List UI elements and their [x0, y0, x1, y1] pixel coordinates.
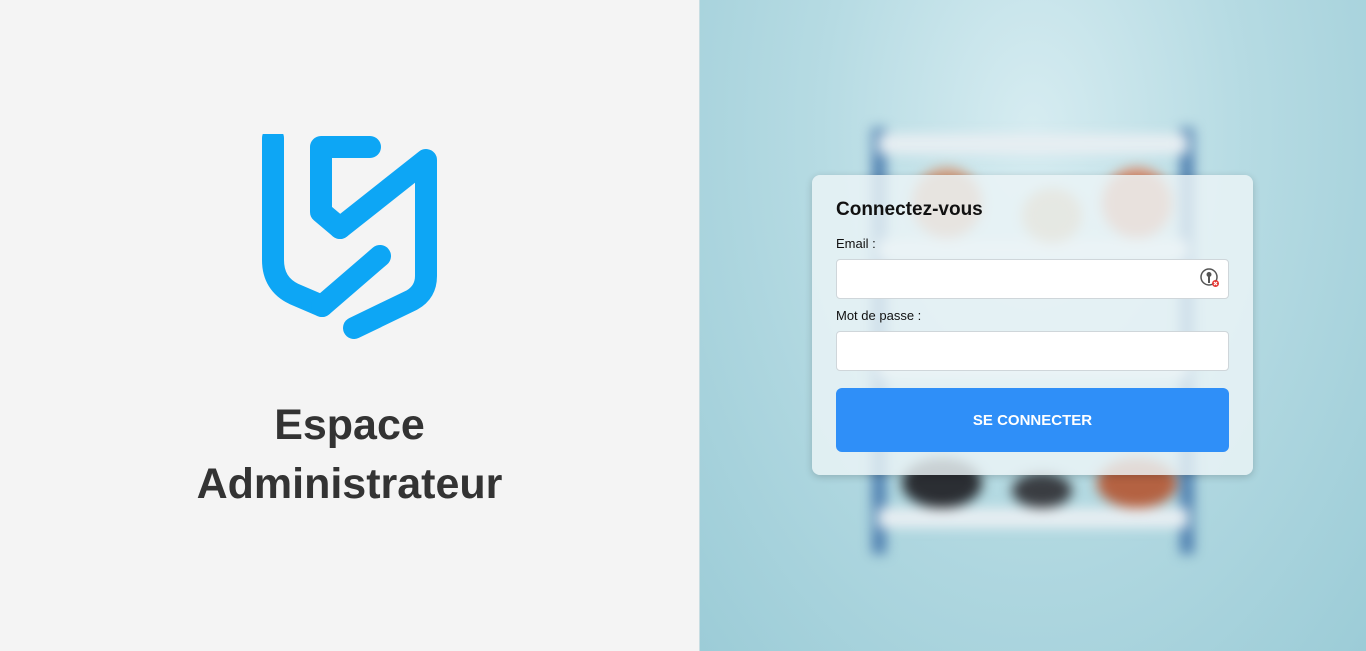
password-label: Mot de passe :: [836, 308, 922, 323]
email-label: Email :: [836, 236, 876, 251]
branding-panel: Espace Administrateur: [0, 0, 699, 651]
page-title: Espace Administrateur: [0, 396, 699, 514]
shield-s-logo-icon: [262, 134, 437, 339]
background-image-panel: Connectez-vous Email : Mot de passe : SE…: [699, 0, 1366, 651]
login-button[interactable]: SE CONNECTER: [836, 388, 1229, 452]
password-field[interactable]: [836, 331, 1229, 371]
login-form: Connectez-vous Email : Mot de passe : SE…: [812, 175, 1253, 475]
login-title: Connectez-vous: [836, 199, 983, 220]
login-page: Espace Administrateur Connectez-vous Ema…: [0, 0, 1366, 651]
email-field[interactable]: [836, 259, 1229, 299]
page-title-line-1: Espace: [274, 401, 425, 449]
password-manager-key-icon[interactable]: [1200, 268, 1220, 288]
page-title-line-2: Administrateur: [196, 460, 503, 508]
